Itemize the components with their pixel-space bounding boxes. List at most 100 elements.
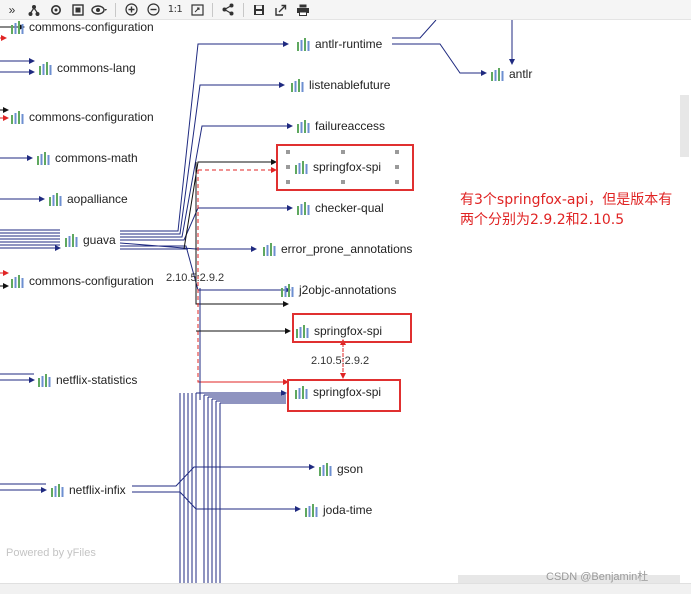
fit-page-svg	[190, 3, 204, 16]
maven-artifact-icon	[263, 242, 276, 256]
node-springfox-spi-2[interactable]: springfox-spi	[295, 323, 382, 339]
node-joda-time[interactable]: joda-time	[304, 502, 372, 518]
node-checker-qual[interactable]: checker-qual	[296, 200, 384, 216]
node-label: springfox-spi	[313, 385, 382, 399]
maven-artifact-icon	[319, 462, 332, 476]
print-svg	[297, 4, 309, 16]
node-springfox-spi-3[interactable]: springfox-spi	[294, 384, 381, 400]
maven-artifact-icon	[296, 324, 309, 338]
edge-label-guava-conflict: 2.10.5:2.9.2	[166, 272, 225, 284]
hierarchy-layout-svg	[28, 4, 40, 16]
eye-view-svg	[91, 4, 107, 15]
export-svg	[275, 4, 287, 16]
zoom-in-svg	[124, 3, 138, 16]
node-label: commons-lang	[57, 61, 136, 75]
node-netflix-infix[interactable]: netflix-infix	[50, 482, 126, 498]
node-antlr-runtime[interactable]: antlr-runtime	[296, 36, 382, 52]
node-failureaccess[interactable]: failureaccess	[296, 118, 385, 134]
maven-artifact-icon	[295, 160, 308, 174]
node-label: commons-configuration	[29, 274, 154, 288]
selection-handle[interactable]	[395, 165, 399, 169]
powered-by-label: Powered by yFiles	[6, 547, 96, 559]
toolbar-separator	[212, 2, 213, 17]
annotation-note: 有3个springfox-api，但是版本有两个分别为2.9.2和2.10.5	[460, 192, 673, 228]
dependency-graph-canvas[interactable]: commons-configuration commons-lang commo…	[0, 20, 691, 583]
toolbar-separator	[243, 2, 244, 17]
node-commons-math[interactable]: commons-math	[36, 150, 138, 166]
node-guava[interactable]: guava	[64, 232, 116, 248]
maven-artifact-icon	[297, 201, 310, 215]
maven-artifact-icon	[39, 61, 52, 75]
node-label: aopalliance	[67, 192, 128, 206]
graph-edges	[0, 20, 515, 583]
save-svg	[254, 4, 264, 15]
node-netflix-statistics[interactable]: netflix-statistics	[37, 372, 137, 388]
zoom-out-icon[interactable]	[143, 1, 163, 19]
node-aopalliance[interactable]: aopalliance	[48, 191, 128, 207]
collapse-panel-icon[interactable]: »	[2, 1, 22, 19]
node-label: gson	[337, 462, 364, 476]
fit-page-icon[interactable]	[187, 1, 207, 19]
refresh-layout-icon[interactable]	[46, 1, 66, 19]
maven-artifact-icon	[51, 483, 64, 497]
maven-artifact-icon	[291, 78, 304, 92]
toolbar-separator	[115, 2, 116, 17]
node-commons-lang[interactable]: commons-lang	[38, 60, 136, 76]
maven-artifact-icon	[305, 503, 318, 517]
selection-handle[interactable]	[286, 165, 290, 169]
node-label: springfox-spi	[313, 160, 382, 174]
actual-size-label: 1:1	[167, 4, 183, 15]
selection-handle[interactable]	[395, 180, 399, 184]
node-label: netflix-infix	[69, 483, 126, 497]
node-listenablefuture[interactable]: listenablefuture	[290, 77, 390, 93]
maven-artifact-icon	[297, 37, 310, 51]
node-error-prone-annotations[interactable]: error_prone_annotations	[262, 241, 412, 257]
export-icon[interactable]	[271, 1, 291, 19]
maven-artifact-icon	[65, 233, 78, 247]
node-j2objc-annotations[interactable]: j2objc-annotations	[280, 282, 396, 298]
node-label: error_prone_annotations	[281, 242, 413, 256]
watermark-label: CSDN @Benjamin杜	[546, 571, 649, 583]
maven-artifact-icon	[281, 283, 294, 297]
node-gson[interactable]: gson	[318, 461, 363, 477]
hierarchy-layout-icon[interactable]	[24, 1, 44, 19]
selection-handle[interactable]	[341, 150, 345, 154]
maven-artifact-icon	[491, 67, 504, 81]
node-label: antlr-runtime	[315, 37, 383, 51]
zoom-out-svg	[146, 3, 160, 16]
node-label: commons-configuration	[29, 20, 154, 34]
node-label: checker-qual	[315, 201, 384, 215]
node-label: listenablefuture	[309, 78, 391, 92]
maven-artifact-icon	[11, 110, 24, 124]
fit-content-icon[interactable]	[68, 1, 88, 19]
share-graph-svg	[222, 3, 234, 16]
selection-handle[interactable]	[341, 180, 345, 184]
maven-artifact-icon	[297, 119, 310, 133]
refresh-layout-svg	[51, 4, 61, 15]
node-commons-configuration-top[interactable]: commons-configuration	[10, 19, 154, 35]
node-commons-configuration-low[interactable]: commons-configuration	[10, 273, 154, 289]
node-label: j2objc-annotations	[299, 283, 397, 297]
node-label: commons-math	[55, 151, 138, 165]
vertical-scrollbar[interactable]	[680, 95, 689, 157]
zoom-in-icon[interactable]	[121, 1, 141, 19]
print-icon[interactable]	[293, 1, 313, 19]
maven-artifact-icon	[11, 20, 24, 34]
eye-view-icon[interactable]	[90, 1, 110, 19]
node-label: netflix-statistics	[56, 373, 138, 387]
actual-size-icon[interactable]: 1:1	[165, 1, 185, 19]
selection-handle[interactable]	[286, 150, 290, 154]
maven-artifact-icon	[11, 274, 24, 288]
node-label: failureaccess	[315, 119, 386, 133]
node-antlr[interactable]: antlr	[490, 66, 532, 82]
selection-handle[interactable]	[286, 180, 290, 184]
node-commons-configuration-mid[interactable]: commons-configuration	[10, 109, 154, 125]
selection-handle[interactable]	[395, 150, 399, 154]
share-graph-icon[interactable]	[218, 1, 238, 19]
bottom-strip	[0, 583, 691, 594]
edge-label-spi-conflict: 2.10.5:2.9.2	[311, 355, 370, 367]
node-springfox-spi-1[interactable]: springfox-spi	[294, 159, 381, 175]
maven-artifact-icon	[37, 151, 50, 165]
save-icon[interactable]	[249, 1, 269, 19]
collapse-panel-glyph: »	[8, 2, 16, 17]
